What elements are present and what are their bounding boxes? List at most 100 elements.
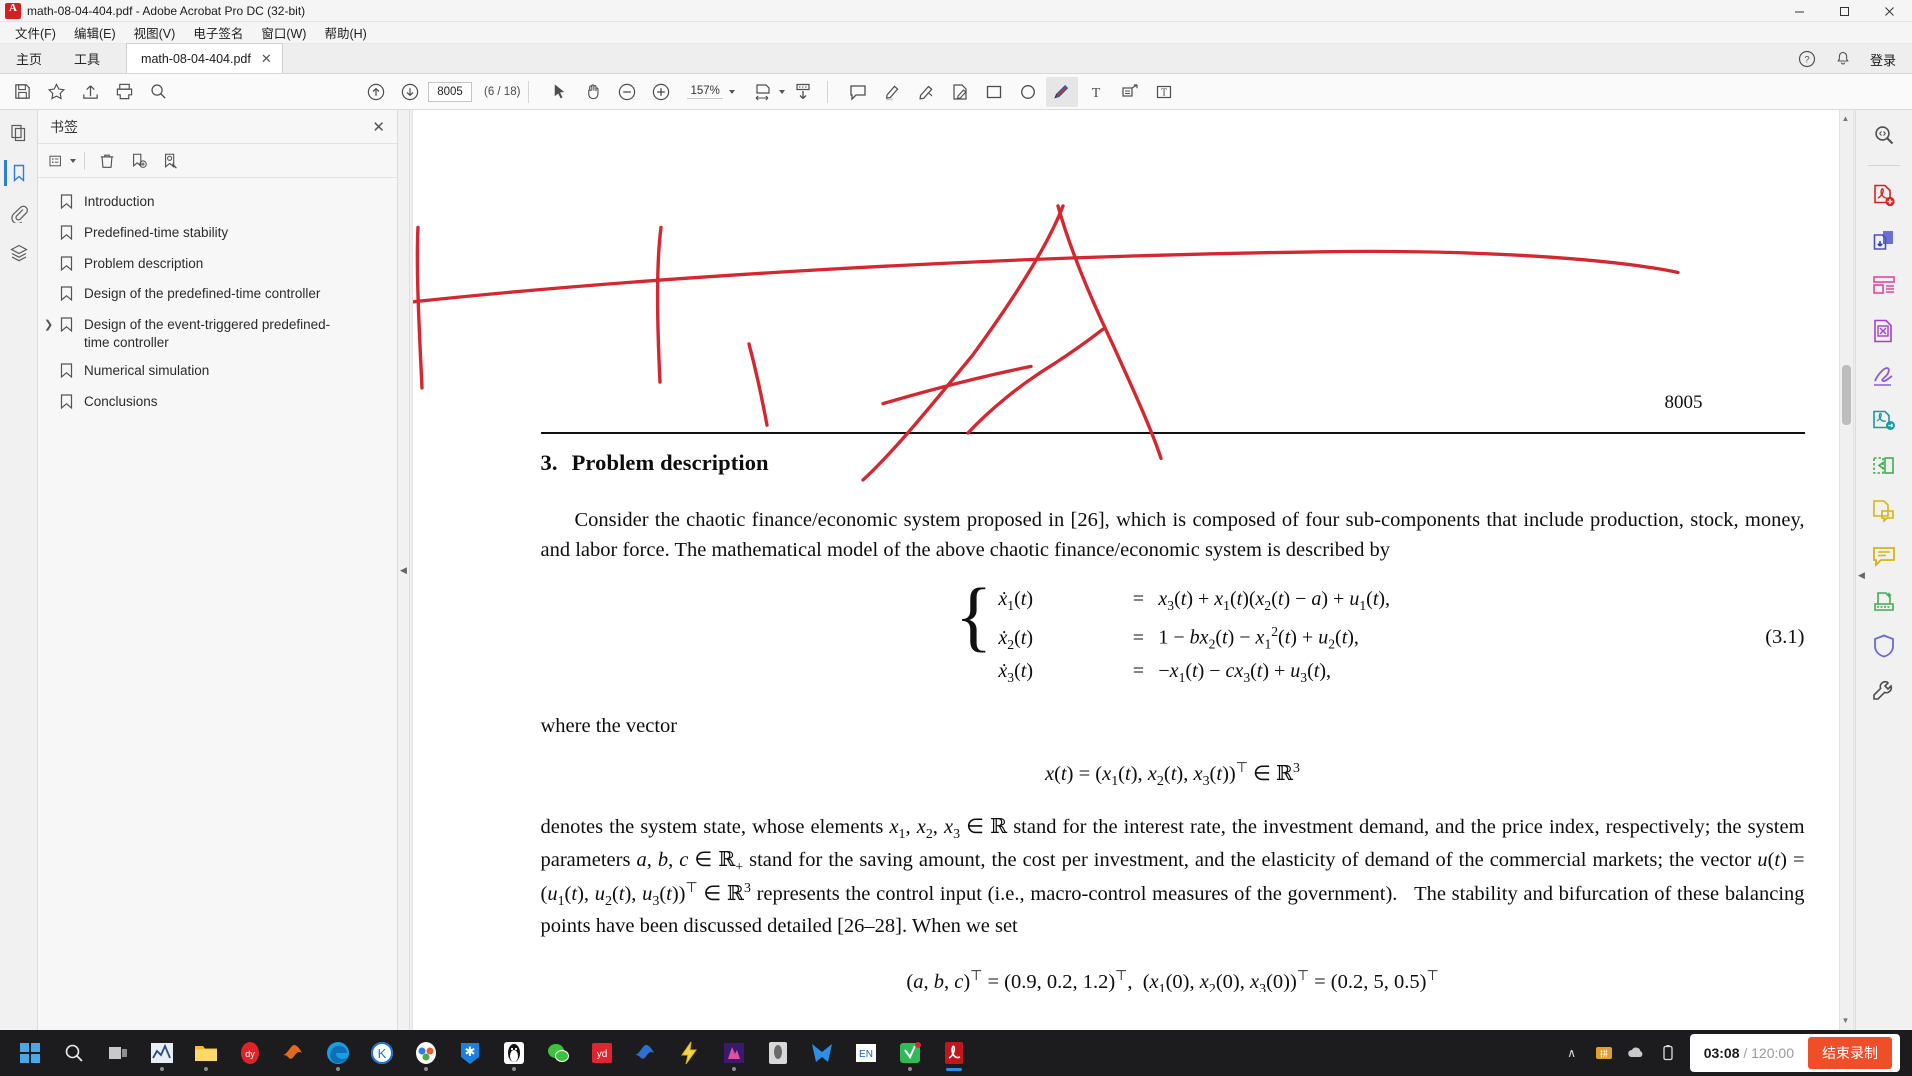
compress-pdf-icon[interactable] (1869, 451, 1899, 481)
organize-pages-icon[interactable] (1869, 496, 1899, 526)
attachments-icon[interactable] (6, 200, 32, 226)
taskbar-ime-icon[interactable]: EN (846, 1033, 886, 1073)
tab-tools[interactable]: 工具 (58, 43, 116, 73)
bookmark-options-icon[interactable] (48, 148, 76, 174)
ellipse-icon[interactable] (1012, 77, 1044, 107)
taskbar-app-blue-bird-icon[interactable] (802, 1033, 842, 1073)
task-view-icon[interactable] (98, 1033, 138, 1073)
tray-ime-status-icon[interactable]: 拼 (1594, 1043, 1614, 1063)
add-text-icon[interactable]: T (1080, 77, 1112, 107)
tab-home[interactable]: 主页 (0, 43, 58, 73)
help-icon[interactable]: ? (1798, 50, 1816, 68)
taskbar-search-icon[interactable] (54, 1033, 94, 1073)
menu-window[interactable]: 窗口(W) (252, 21, 315, 44)
scroll-mode-icon[interactable] (787, 77, 819, 107)
bookmark-item[interactable]: Problem description (38, 250, 397, 281)
page-scrollbar[interactable]: ▲ ▼ (1838, 110, 1853, 1030)
text-callout-icon[interactable] (1114, 77, 1146, 107)
bookmark-item[interactable]: Design of the predefined-time controller (38, 280, 397, 311)
login-button[interactable]: 登录 (1870, 50, 1896, 69)
taskbar-app-chart-icon[interactable] (142, 1033, 182, 1073)
bookmark-item[interactable]: Introduction (38, 188, 397, 219)
chevron-right-icon[interactable]: ❯ (44, 318, 53, 333)
scroll-down-arrow[interactable]: ▼ (1841, 1016, 1851, 1026)
tray-battery-icon[interactable] (1658, 1043, 1678, 1063)
menu-view[interactable]: 视图(V) (125, 21, 185, 44)
collapse-rail-arrow[interactable]: ◀ (1858, 570, 1865, 581)
layers-icon[interactable] (6, 240, 32, 266)
zoom-in-icon[interactable] (645, 77, 677, 107)
scroll-up-arrow[interactable]: ▲ (1841, 114, 1851, 124)
bookmark-item[interactable]: Conclusions (38, 388, 397, 419)
next-page-icon[interactable] (394, 77, 426, 107)
page-thumbnails-icon[interactable] (6, 120, 32, 146)
taskbar-app-flash-icon[interactable] (670, 1033, 710, 1073)
tray-cloud-icon[interactable] (1626, 1043, 1646, 1063)
print-icon[interactable] (108, 77, 140, 107)
edit-bookmark-icon[interactable] (157, 148, 185, 174)
comment-icon[interactable] (842, 77, 874, 107)
menu-help[interactable]: 帮助(H) (315, 21, 375, 44)
zoom-level-dropdown[interactable]: 157% (687, 85, 735, 99)
bookmark-item[interactable]: Predefined-time stability (38, 219, 397, 250)
zoom-out-icon[interactable] (611, 77, 643, 107)
freehand-icon[interactable] (910, 77, 942, 107)
taskbar-app-edge-icon[interactable] (318, 1033, 358, 1073)
tab-document[interactable]: math-08-04-404.pdf ✕ (126, 43, 283, 73)
taskbar-app-matlab2-icon[interactable] (626, 1033, 666, 1073)
page-number-input[interactable]: 8005 (428, 81, 472, 102)
edit-pdf-icon[interactable] (1869, 271, 1899, 301)
red-pencil-tool-icon[interactable] (1045, 76, 1078, 107)
scan-and-ocr-icon[interactable] (1869, 586, 1899, 616)
fit-page-dropdown[interactable] (753, 82, 785, 102)
taskbar-app-gray-icon[interactable] (758, 1033, 798, 1073)
taskbar-app-explorer-icon[interactable] (186, 1033, 226, 1073)
bookmarks-panel-icon[interactable] (4, 160, 30, 186)
text-box-icon[interactable]: T (1148, 77, 1180, 107)
panel-splitter[interactable]: ◀ (398, 110, 410, 1030)
close-button[interactable] (1867, 0, 1912, 22)
previous-page-icon[interactable] (360, 77, 392, 107)
new-bookmark-icon[interactable] (125, 148, 153, 174)
star-icon[interactable] (40, 77, 72, 107)
menu-esign[interactable]: 电子签名 (184, 21, 252, 44)
taskbar-app-penguin-icon[interactable] (494, 1033, 534, 1073)
minimize-button[interactable] (1777, 0, 1822, 22)
fill-and-sign-icon[interactable] (1869, 361, 1899, 391)
stamp-icon[interactable] (944, 77, 976, 107)
notification-bell-icon[interactable] (1834, 50, 1852, 68)
close-icon[interactable]: ✕ (261, 51, 272, 67)
scrollbar-thumb[interactable] (1841, 365, 1851, 425)
export-pdf-icon[interactable] (1869, 316, 1899, 346)
more-tools-icon[interactable] (1869, 676, 1899, 706)
taskbar-app-star-icon[interactable]: ✱ (450, 1033, 490, 1073)
maximize-button[interactable] (1822, 0, 1867, 22)
create-pdf-icon[interactable] (1869, 181, 1899, 211)
rectangle-icon[interactable] (978, 77, 1010, 107)
share-icon[interactable] (74, 77, 106, 107)
document-viewport[interactable]: 8005 3. Problem description Consider the … (410, 110, 1855, 1030)
search-text-icon[interactable] (1869, 120, 1899, 150)
close-icon[interactable]: ✕ (372, 118, 385, 136)
stop-recording-button[interactable]: 结束录制 (1808, 1037, 1892, 1069)
taskbar-app-green-icon[interactable] (890, 1033, 930, 1073)
highlight-icon[interactable] (876, 77, 908, 107)
selection-tool-icon[interactable] (543, 77, 575, 107)
taskbar-app-dyy-icon[interactable]: dy (230, 1033, 270, 1073)
bookmark-item[interactable]: ❯ Design of the event-triggered predefin… (38, 311, 397, 357)
taskbar-app-k-icon[interactable]: K (362, 1033, 402, 1073)
menu-edit[interactable]: 编辑(E) (65, 21, 125, 44)
menu-file[interactable]: 文件(F) (6, 21, 65, 44)
send-for-signature-icon[interactable] (1869, 406, 1899, 436)
hand-tool-icon[interactable] (577, 77, 609, 107)
taskbar-app-matlab-icon[interactable] (274, 1033, 314, 1073)
delete-bookmark-icon[interactable] (93, 148, 121, 174)
combine-files-icon[interactable] (1869, 226, 1899, 256)
tray-expand-chevron-icon[interactable]: ∧ (1562, 1043, 1582, 1063)
comment-panel-icon[interactable] (1869, 541, 1899, 571)
taskbar-app-youdao-icon[interactable]: yd (582, 1033, 622, 1073)
bookmark-item[interactable]: Numerical simulation (38, 357, 397, 388)
taskbar-app-purple-icon[interactable] (714, 1033, 754, 1073)
taskbar-app-wechat-icon[interactable] (538, 1033, 578, 1073)
start-button-icon[interactable] (10, 1033, 50, 1073)
